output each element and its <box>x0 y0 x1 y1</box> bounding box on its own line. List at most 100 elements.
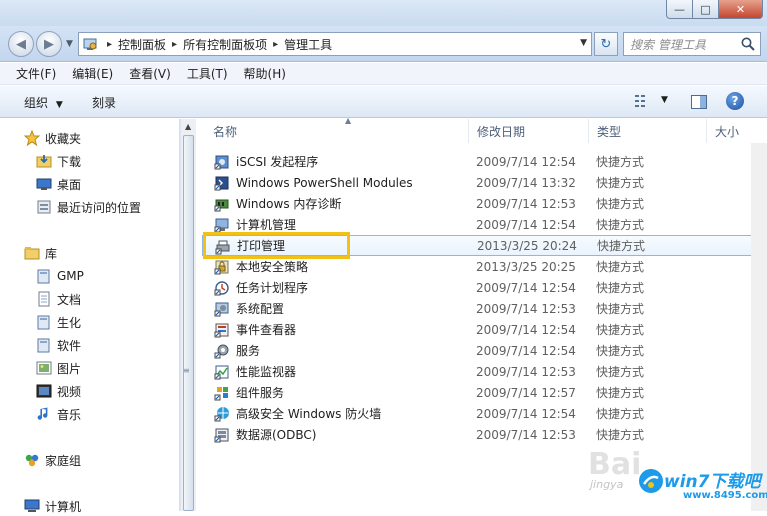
file-name: 计算机管理 <box>236 218 297 232</box>
recent-pages-dropdown[interactable]: ▼ <box>66 39 73 49</box>
breadcrumb-admin-tools[interactable]: 管理工具 <box>284 36 332 53</box>
menu-tools[interactable]: 工具(T) <box>179 65 236 82</box>
odbc-data-sources-icon <box>214 428 229 443</box>
nav-recent-places[interactable]: 最近访问的位置 <box>36 197 141 217</box>
file-row-odbc[interactable]: 数据源(ODBC) 2009/7/14 12:53 快捷方式 <box>202 424 762 445</box>
computer-management-icon <box>214 218 229 233</box>
file-row-print-management[interactable]: 打印管理 2013/3/25 20:24 快捷方式 <box>202 235 762 256</box>
minimize-button[interactable]: — <box>666 0 693 19</box>
file-date: 2013/3/25 20:25 <box>476 259 576 274</box>
chevron-down-icon: ▼ <box>55 100 63 110</box>
breadcrumb-control-panel[interactable]: 控制面板 <box>118 36 166 53</box>
system-configuration-icon <box>214 302 229 317</box>
win7-logo-icon <box>639 469 663 493</box>
grip-icon: ≡ <box>183 366 190 375</box>
file-row-system-configuration[interactable]: 系统配置 2009/7/14 12:53 快捷方式 <box>202 298 762 319</box>
file-row-local-security-policy[interactable]: 本地安全策略 2013/3/25 20:25 快捷方式 <box>202 256 762 277</box>
menu-edit[interactable]: 编辑(E) <box>64 65 121 82</box>
nav-downloads[interactable]: 下载 <box>36 151 81 171</box>
file-name: 性能监视器 <box>236 365 297 379</box>
menu-file[interactable]: 文件(F) <box>8 65 64 82</box>
search-icon[interactable] <box>740 36 756 52</box>
file-type: 快捷方式 <box>597 239 646 253</box>
burn-button[interactable]: 刻录 <box>92 94 116 111</box>
close-button[interactable]: ✕ <box>719 0 763 19</box>
organize-button[interactable]: 组织 ▼ <box>24 94 63 111</box>
column-header-name[interactable]: 名称 ▲ <box>205 116 469 143</box>
memory-diagnostic-icon <box>214 199 229 212</box>
nav-library-pictures[interactable]: 图片 <box>36 358 81 378</box>
file-date: 2009/7/14 12:54 <box>476 406 576 421</box>
pictures-icon <box>36 360 52 376</box>
breadcrumb-separator[interactable]: ▸ <box>166 39 183 50</box>
column-header-size[interactable]: 大小 <box>707 119 767 143</box>
file-row-performance-monitor[interactable]: 性能监视器 2009/7/14 12:53 快捷方式 <box>202 361 762 382</box>
nav-library-music[interactable]: 音乐 <box>36 404 81 424</box>
nav-favorites[interactable]: 收藏夹 <box>24 128 81 148</box>
file-row-windows-firewall[interactable]: 高级安全 Windows 防火墙 2009/7/14 12:54 快捷方式 <box>202 403 762 424</box>
file-row-component-services[interactable]: 组件服务 2009/7/14 12:57 快捷方式 <box>202 382 762 403</box>
file-row-services[interactable]: 服务 2009/7/14 12:54 快捷方式 <box>202 340 762 361</box>
forward-button[interactable]: ▶ <box>36 31 62 57</box>
baidu-watermark: Bai <box>588 447 642 482</box>
file-name: Windows 内存诊断 <box>236 197 342 211</box>
file-row-computer-management[interactable]: 计算机管理 2009/7/14 12:54 快捷方式 <box>202 214 762 235</box>
file-date: 2009/7/14 12:54 <box>476 217 576 232</box>
file-row-task-scheduler[interactable]: 任务计划程序 2009/7/14 12:54 快捷方式 <box>202 277 762 298</box>
column-header-date[interactable]: 修改日期 <box>469 119 589 143</box>
nav-library-gmp[interactable]: GMP <box>36 266 84 286</box>
file-row-event-viewer[interactable]: 事件查看器 2009/7/14 12:54 快捷方式 <box>202 319 762 340</box>
address-bar[interactable]: ▸ 控制面板 ▸ 所有控制面板项 ▸ 管理工具 ▼ <box>78 32 592 56</box>
file-date: 2009/7/14 12:54 <box>476 154 576 169</box>
file-date: 2009/7/14 12:53 <box>476 427 576 442</box>
nav-library-biochem[interactable]: 生化 <box>36 312 81 332</box>
library-folder-icon <box>36 268 52 284</box>
file-date: 2009/7/14 12:53 <box>476 196 576 211</box>
menu-view[interactable]: 查看(V) <box>121 65 179 82</box>
file-name: 数据源(ODBC) <box>236 428 317 442</box>
nav-library-gmp-label: GMP <box>57 269 84 283</box>
file-date: 2009/7/14 12:54 <box>476 322 576 337</box>
file-list-scrollbar[interactable] <box>751 143 767 511</box>
nav-homegroup[interactable]: 家庭组 <box>24 450 81 470</box>
column-header-type[interactable]: 类型 <box>589 119 707 143</box>
preview-pane-icon[interactable] <box>690 93 708 111</box>
chevron-down-icon[interactable]: ▼ <box>580 38 587 48</box>
title-bar: — □ ✕ <box>0 0 767 26</box>
file-row-memory-diagnostic[interactable]: Windows 内存诊断 2009/7/14 12:53 快捷方式 <box>202 193 762 214</box>
file-type: 快捷方式 <box>596 218 645 232</box>
refresh-button[interactable]: ↻ <box>594 32 618 56</box>
print-management-icon <box>215 240 230 255</box>
column-date-label: 修改日期 <box>477 124 526 139</box>
navigation-pane-scrollbar[interactable]: ▲ ≡ <box>180 119 196 511</box>
file-type: 快捷方式 <box>596 365 645 379</box>
maximize-button[interactable]: □ <box>693 0 719 19</box>
nav-libraries[interactable]: 库 <box>24 243 57 263</box>
breadcrumb-separator[interactable]: ▸ <box>267 39 284 50</box>
maximize-icon: □ <box>700 2 711 16</box>
search-input[interactable]: 搜索 管理工具 <box>623 32 761 56</box>
nav-computer[interactable]: 计算机 <box>24 496 81 516</box>
file-type: 快捷方式 <box>596 344 645 358</box>
file-row-powershell-modules[interactable]: Windows PowerShell Modules 2009/7/14 13:… <box>202 172 762 193</box>
component-services-icon <box>214 387 228 401</box>
nav-library-software[interactable]: 软件 <box>36 335 81 355</box>
nav-library-videos[interactable]: 视频 <box>36 381 81 401</box>
command-bar: 组织 ▼ 刻录 ▼ ? <box>0 86 767 118</box>
scroll-up-icon[interactable]: ▲ <box>185 122 191 131</box>
help-icon[interactable]: ? <box>726 92 744 110</box>
file-row-iscsi[interactable]: iSCSI 发起程序 2009/7/14 12:54 快捷方式 <box>202 151 762 172</box>
view-options-icon[interactable] <box>634 94 652 108</box>
chevron-down-icon[interactable]: ▼ <box>661 95 668 105</box>
menu-help[interactable]: 帮助(H) <box>236 65 294 82</box>
scrollbar-thumb[interactable] <box>183 135 194 511</box>
back-button[interactable]: ◀ <box>8 31 34 57</box>
breadcrumb-separator[interactable]: ▸ <box>101 39 118 50</box>
computer-icon <box>24 498 40 514</box>
file-date: 2009/7/14 12:54 <box>476 343 576 358</box>
nav-favorites-label: 收藏夹 <box>45 131 82 146</box>
breadcrumb-all-items[interactable]: 所有控制面板项 <box>183 36 267 53</box>
nav-desktop[interactable]: 桌面 <box>36 174 81 194</box>
documents-icon <box>36 291 52 307</box>
nav-library-documents[interactable]: 文档 <box>36 289 81 309</box>
